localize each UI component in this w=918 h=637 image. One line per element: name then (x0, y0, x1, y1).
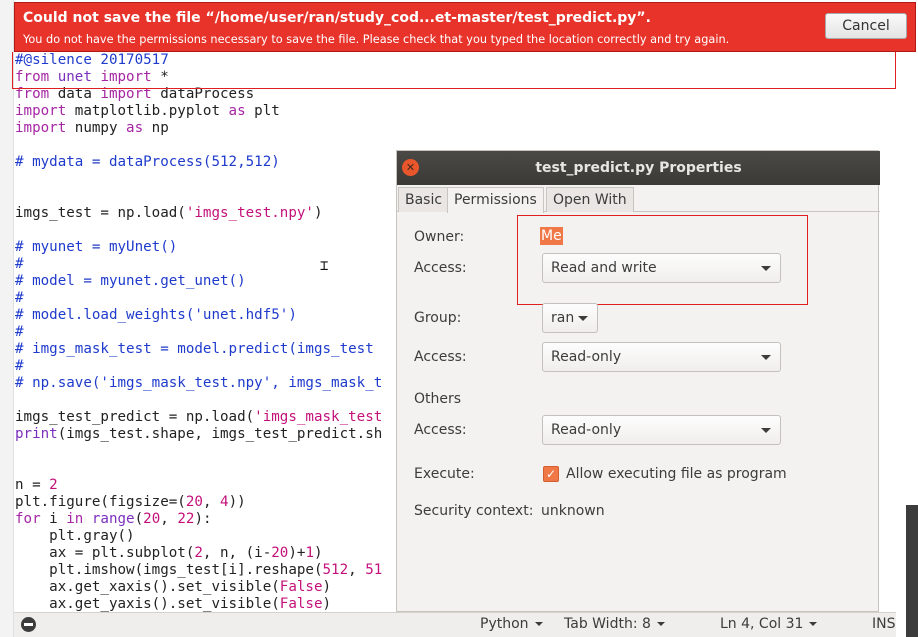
code-line: # mydata = dataProcess(512,512) (15, 154, 280, 170)
code-line: # myunet = myUnet() (15, 239, 178, 255)
code-line: for i in range(20, 22): (15, 511, 212, 527)
code-line: imgs_test = np.load('imgs_test.npy') (15, 205, 323, 221)
insert-mode: INS (872, 616, 896, 632)
owner-access-label: Access: (414, 260, 467, 276)
cancel-button[interactable]: Cancel (825, 13, 907, 39)
boolean-literal: False (279, 579, 323, 595)
number-literal: 51 (365, 562, 383, 578)
security-context-value: unknown (541, 503, 605, 519)
owner-access-select[interactable]: Read and write (542, 253, 781, 283)
code-line: # (15, 358, 24, 374)
status-bar: Python Tab Width: 8 Ln 4, Col 31 INS (14, 612, 896, 637)
keyword: import (15, 120, 67, 136)
dialog-tabs: Basic Permissions Open With (397, 185, 880, 213)
execute-checkbox[interactable]: ✓ (543, 466, 559, 482)
language-label: Python (480, 616, 529, 632)
chevron-down-icon (809, 622, 818, 626)
save-error-infobar: Could not save the file “/home/user/ran/… (14, 2, 916, 52)
others-access-value: Read-only (551, 422, 622, 438)
language-selector[interactable]: Python (480, 616, 543, 632)
code-line: import matplotlib.pyplot as plt (15, 103, 280, 119)
builtin: print (15, 426, 58, 442)
highlight-box-error (12, 52, 896, 89)
number-literal: 20 (185, 494, 203, 510)
chevron-down-icon (656, 622, 665, 626)
cursor-position-label: Ln 4, Col 31 (720, 616, 804, 632)
code-line: plt.gray() (15, 528, 135, 544)
keyword: for (15, 511, 41, 527)
security-context-label: Security context: (414, 503, 534, 519)
number-literal: 4 (220, 494, 229, 510)
string-literal: 'imgs_mask_test (254, 409, 383, 425)
tab-basic[interactable]: Basic (398, 187, 450, 212)
code-line: n = 2 (15, 477, 58, 493)
number-literal: 20 (271, 545, 289, 561)
number-literal: 20 (143, 511, 161, 527)
number-literal: 2 (194, 545, 203, 561)
group-access-value: Read-only (551, 349, 622, 365)
string-literal: 'imgs_test.npy' (185, 205, 314, 221)
code-line: # (15, 256, 24, 272)
chevron-down-icon (761, 355, 771, 360)
others-access-label: Access: (414, 422, 467, 438)
code-line: # model.load_weights('unet.hdf5') (15, 307, 297, 323)
code-line: ax.get_xaxis().set_visible(False) (15, 579, 332, 595)
code-line: # imgs_mask_test = model.predict(imgs_te… (15, 341, 374, 357)
keyword: as (126, 120, 144, 136)
code-line: plt.figure(figsize=(20, 4)) (15, 494, 246, 510)
code-line: ax.get_yaxis().set_visible(False) (15, 596, 332, 612)
background-window-edge (906, 505, 918, 637)
close-icon[interactable]: ✕ (402, 159, 419, 176)
execute-label: Execute: (414, 466, 475, 482)
chevron-down-icon (534, 622, 543, 626)
keyword: as (228, 103, 246, 119)
error-message: You do not have the permissions necessar… (23, 33, 730, 46)
execute-checkbox-label[interactable]: Allow executing file as program (566, 466, 787, 482)
code-line: import numpy as np (15, 120, 169, 136)
chevron-down-icon (578, 316, 588, 321)
group-access-label: Access: (414, 349, 467, 365)
code-line: ax = plt.subplot(2, n, (i-20)+1) (15, 545, 323, 561)
properties-dialog: test_predict.py Properties ✕ Basic Permi… (396, 150, 880, 613)
error-title: Could not save the file “/home/user/ran/… (23, 10, 651, 26)
number-literal: 1 (305, 545, 314, 561)
dialog-title: test_predict.py Properties (535, 160, 742, 176)
minus-circle-icon[interactable] (21, 617, 36, 632)
code-line: plt.imshow(imgs_test[i].reshape(512, 51 (15, 562, 383, 578)
permissions-panel: Owner: Me Access: Read and write Group: … (397, 213, 880, 613)
number-literal: 22 (177, 511, 195, 527)
group-select[interactable]: ran (542, 303, 598, 333)
cursor-position-selector[interactable]: Ln 4, Col 31 (720, 616, 818, 632)
chevron-down-icon (761, 266, 771, 271)
tab-open-with[interactable]: Open With (546, 187, 634, 212)
builtin: range (91, 511, 135, 527)
dialog-titlebar[interactable]: test_predict.py Properties ✕ (397, 151, 880, 185)
ibeam-cursor-icon: ⌶ (320, 258, 329, 274)
chevron-down-icon (761, 428, 771, 433)
left-gutter (0, 0, 14, 637)
owner-access-value: Read and write (551, 260, 657, 276)
tab-width-label: Tab Width: 8 (564, 616, 651, 632)
owner-label: Owner: (414, 229, 465, 245)
code-line: # model = myunet.get_unet() (15, 273, 246, 289)
tab-width-selector[interactable]: Tab Width: 8 (564, 616, 665, 632)
group-value: ran (551, 310, 575, 326)
others-label: Others (414, 391, 462, 407)
boolean-literal: False (279, 596, 323, 612)
code-line: print(imgs_test.shape, imgs_test_predict… (15, 426, 383, 442)
right-edge (896, 0, 918, 637)
code-line: imgs_test_predict = np.load('imgs_mask_t… (15, 409, 383, 425)
number-literal: 2 (49, 477, 58, 493)
others-access-select[interactable]: Read-only (542, 415, 781, 445)
code-line: # np.save('imgs_mask_test.npy', imgs_mas… (15, 375, 383, 391)
code-line: # (15, 290, 24, 306)
keyword: in (66, 511, 84, 527)
group-access-select[interactable]: Read-only (542, 342, 781, 372)
code-line: # (15, 324, 24, 340)
number-literal: 512 (322, 562, 349, 578)
group-label: Group: (414, 310, 462, 326)
keyword: import (15, 103, 67, 119)
owner-value: Me (540, 227, 563, 245)
tab-permissions[interactable]: Permissions (447, 187, 544, 213)
